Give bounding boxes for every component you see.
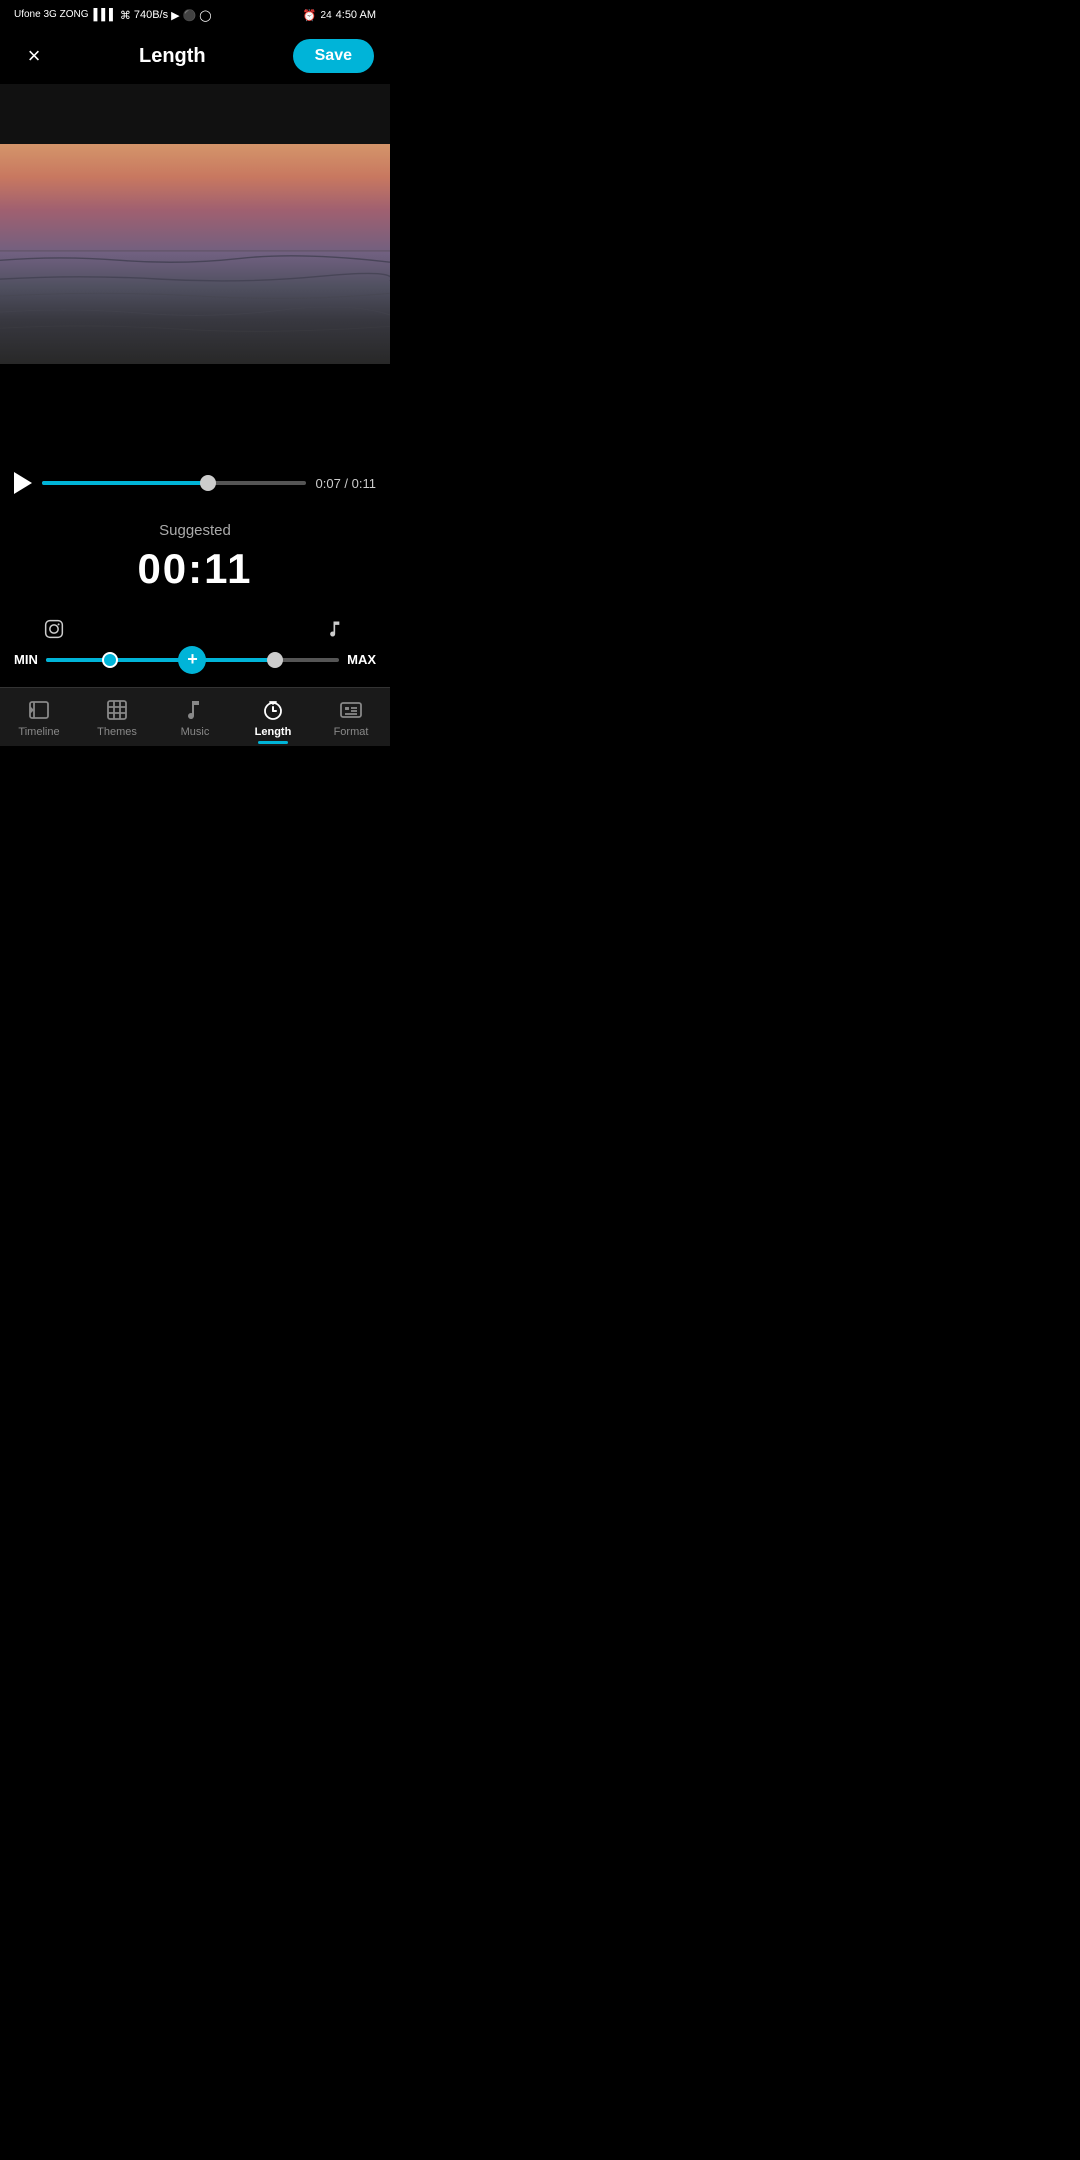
- page-title: Length: [139, 45, 206, 68]
- circle-icon: ◯: [199, 9, 211, 22]
- tab-themes-label: Themes: [97, 726, 137, 738]
- progress-fill: [42, 481, 208, 485]
- min-label: MIN: [14, 652, 38, 667]
- tab-timeline-label: Timeline: [18, 726, 59, 738]
- length-thumb-left[interactable]: [102, 652, 118, 668]
- length-thumb-center[interactable]: [178, 646, 206, 674]
- tab-music-label: Music: [181, 726, 210, 738]
- slider-row: MIN MAX: [14, 652, 376, 667]
- tab-timeline[interactable]: Timeline: [0, 698, 78, 738]
- tab-length-label: Length: [255, 726, 292, 738]
- video-preview: [0, 144, 390, 364]
- format-icon: [339, 698, 363, 722]
- length-thumb-right[interactable]: [267, 652, 283, 668]
- top-nav: × Length Save: [0, 28, 390, 84]
- tab-music[interactable]: Music: [156, 698, 234, 738]
- active-indicator: [258, 741, 288, 744]
- progress-thumb[interactable]: [200, 475, 216, 491]
- save-button[interactable]: Save: [293, 39, 374, 73]
- tab-length[interactable]: Length: [234, 698, 312, 738]
- tab-format-label: Format: [334, 726, 369, 738]
- tab-themes[interactable]: Themes: [78, 698, 156, 738]
- tab-format[interactable]: Format: [312, 698, 390, 738]
- max-label: MAX: [347, 652, 376, 667]
- wifi-icon: ⌘: [120, 9, 131, 22]
- time-display: 0:07 / 0:11: [316, 476, 376, 491]
- alarm-icon: ⏰: [303, 9, 317, 22]
- video-background: [0, 144, 390, 364]
- video-top-spacer: [0, 84, 390, 144]
- speed-text: 740B/s: [134, 9, 168, 21]
- close-button[interactable]: ×: [16, 38, 52, 74]
- music-icon: [183, 698, 207, 722]
- status-right: ⏰ 24 4:50 AM: [303, 9, 376, 22]
- status-left: Ufone 3G ZONG ▌▌▌ ⌘ 740B/s ▶ ⚫ ◯: [14, 9, 212, 22]
- slider-icons-row: [14, 619, 376, 644]
- suggested-label: Suggested: [0, 522, 390, 539]
- video-bottom-spacer: [0, 364, 390, 464]
- progress-bar[interactable]: [42, 481, 306, 485]
- suggested-section: Suggested 00:11: [0, 502, 390, 603]
- suggested-time: 00:11: [0, 545, 390, 593]
- carrier-text: Ufone 3G ZONG: [14, 9, 88, 21]
- time-text: 4:50 AM: [336, 9, 376, 21]
- status-bar: Ufone 3G ZONG ▌▌▌ ⌘ 740B/s ▶ ⚫ ◯ ⏰ 24 4:…: [0, 0, 390, 28]
- timeline-icon: [27, 698, 51, 722]
- playback-section: 0:07 / 0:11: [0, 464, 390, 502]
- music-note-icon: [326, 619, 346, 644]
- play-store-icon: ▶: [171, 9, 179, 22]
- play-button[interactable]: [14, 472, 32, 494]
- instagram-icon: [44, 619, 64, 644]
- water-ripples: [0, 232, 390, 364]
- playback-row: 0:07 / 0:11: [14, 464, 376, 502]
- blocked-icon: ⚫: [183, 9, 197, 22]
- tab-bar: Timeline Themes Music Length: [0, 687, 390, 746]
- length-slider[interactable]: [46, 658, 339, 662]
- signal-icon: ▌▌▌: [93, 9, 116, 21]
- themes-icon: [105, 698, 129, 722]
- length-fill-left: [46, 658, 111, 662]
- length-slider-section: MIN MAX: [0, 603, 390, 687]
- battery-text: 24: [321, 10, 332, 21]
- length-icon: [261, 698, 285, 722]
